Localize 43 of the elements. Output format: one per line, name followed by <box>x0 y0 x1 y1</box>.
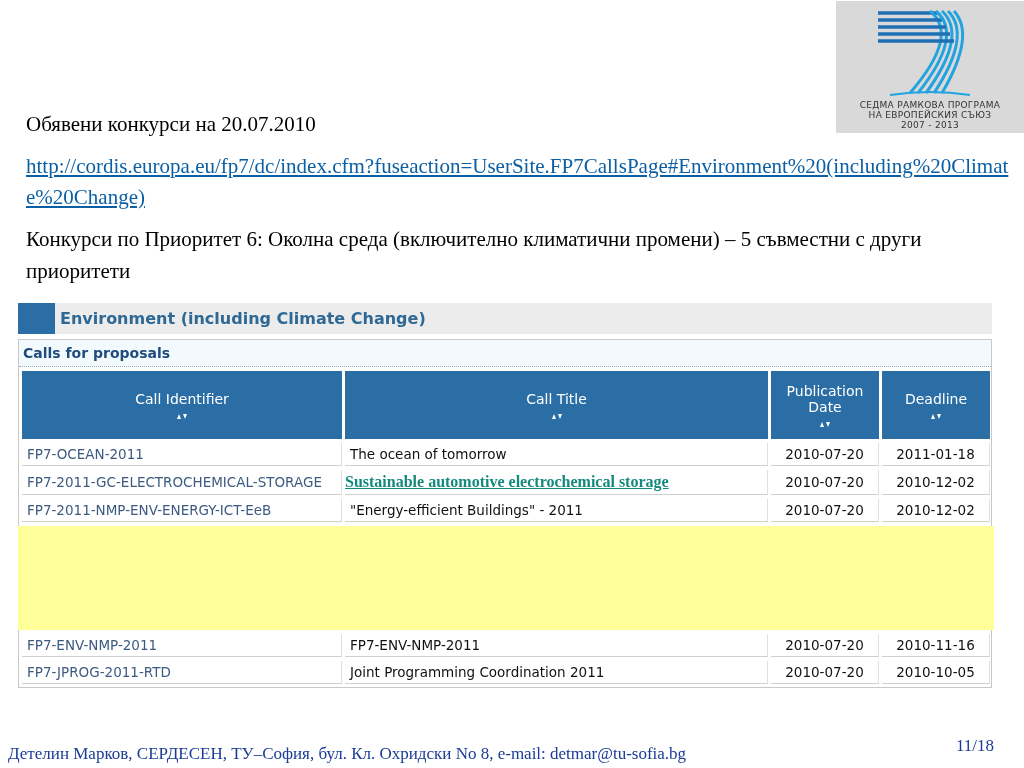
table-cell: "Energy-efficient Buildings" - 2011 <box>345 499 768 522</box>
table-cell: 2010-07-20 <box>771 470 879 495</box>
column-header[interactable]: Call Identifier <box>22 371 342 439</box>
sort-icon[interactable] <box>176 413 188 419</box>
header-label: Call Title <box>526 391 587 407</box>
table-cell: 2010-10-05 <box>882 661 990 684</box>
table-cell: 2010-12-02 <box>882 470 990 495</box>
table-cell: 2010-12-02 <box>882 499 990 522</box>
table-cell: 2010-07-20 <box>771 443 879 466</box>
page-number: 11/18 <box>955 736 994 756</box>
column-header[interactable]: Deadline <box>882 371 990 439</box>
column-header[interactable]: Publication Date <box>771 371 879 439</box>
url-link[interactable]: http://cordis.europa.eu/fp7/dc/index.cfm?fuseaction=UserSite.FP7CallsPage#Environment%20(including%20Climate%20Change) <box>26 151 1016 213</box>
header-label: Publication Date <box>785 383 865 415</box>
slide-heading: Обявени конкурси на 20.07.2010 <box>25 111 317 137</box>
table-cell: The ocean of tomorrow <box>345 443 768 466</box>
table-cell: 2010-11-16 <box>882 634 990 657</box>
sort-icon[interactable] <box>930 413 942 419</box>
table-cell: 2010-07-20 <box>771 661 879 684</box>
identifier-cell[interactable]: FP7-OCEAN-2011 <box>22 443 342 466</box>
table-cell: 2010-07-20 <box>771 499 879 522</box>
sort-icon[interactable] <box>550 413 563 419</box>
logo-text: СЕДМА РАМКОВА ПРОГРАМА <box>859 100 1001 110</box>
header-label: Deadline <box>904 391 968 407</box>
table-cell: 2011-01-18 <box>882 443 990 466</box>
section-title: Environment (including Climate Change) <box>60 309 426 328</box>
title-link[interactable]: Sustainable automotive electrochemical storage <box>345 473 669 491</box>
table-cell: FP7-ENV-NMP-2011 <box>345 634 768 657</box>
square-icon <box>18 303 55 334</box>
subsection-title: Calls for proposals <box>19 340 991 367</box>
table-cell: Joint Programming Coordination 2011 <box>345 661 768 684</box>
description-text: Конкурси по Приоритет 6: Околна среда (включително климатични промени) – 5 съвместни с други приоритети <box>26 226 923 285</box>
logo-text: 2007 - 2013 <box>900 120 960 130</box>
header-label: Call Identifier <box>135 391 229 407</box>
identifier-cell[interactable]: FP7-JPROG-2011-RTD <box>22 661 342 684</box>
column-header[interactable]: Call Title <box>345 371 768 439</box>
footer-text: Детелин Марков, СЕРДЕСЕН, ТУ–София, бул. Кл. Охридски No 8, e-mail: detmar@tu-sofia.bg <box>8 744 687 764</box>
identifier-cell[interactable]: FP7-2011-NMP-ENV-ENERGY-ICT-EeB <box>22 499 342 522</box>
identifier-cell[interactable]: FP7-ENV-NMP-2011 <box>22 634 342 657</box>
logo-text: НА ЕВРОПЕЙСКИЯ СЪЮЗ <box>868 110 992 120</box>
table-cell: 2010-07-20 <box>771 634 879 657</box>
identifier-cell[interactable]: FP7-2011-GC-ELECTROCHEMICAL-STORAGE <box>22 470 342 495</box>
sort-icon[interactable] <box>819 421 831 427</box>
